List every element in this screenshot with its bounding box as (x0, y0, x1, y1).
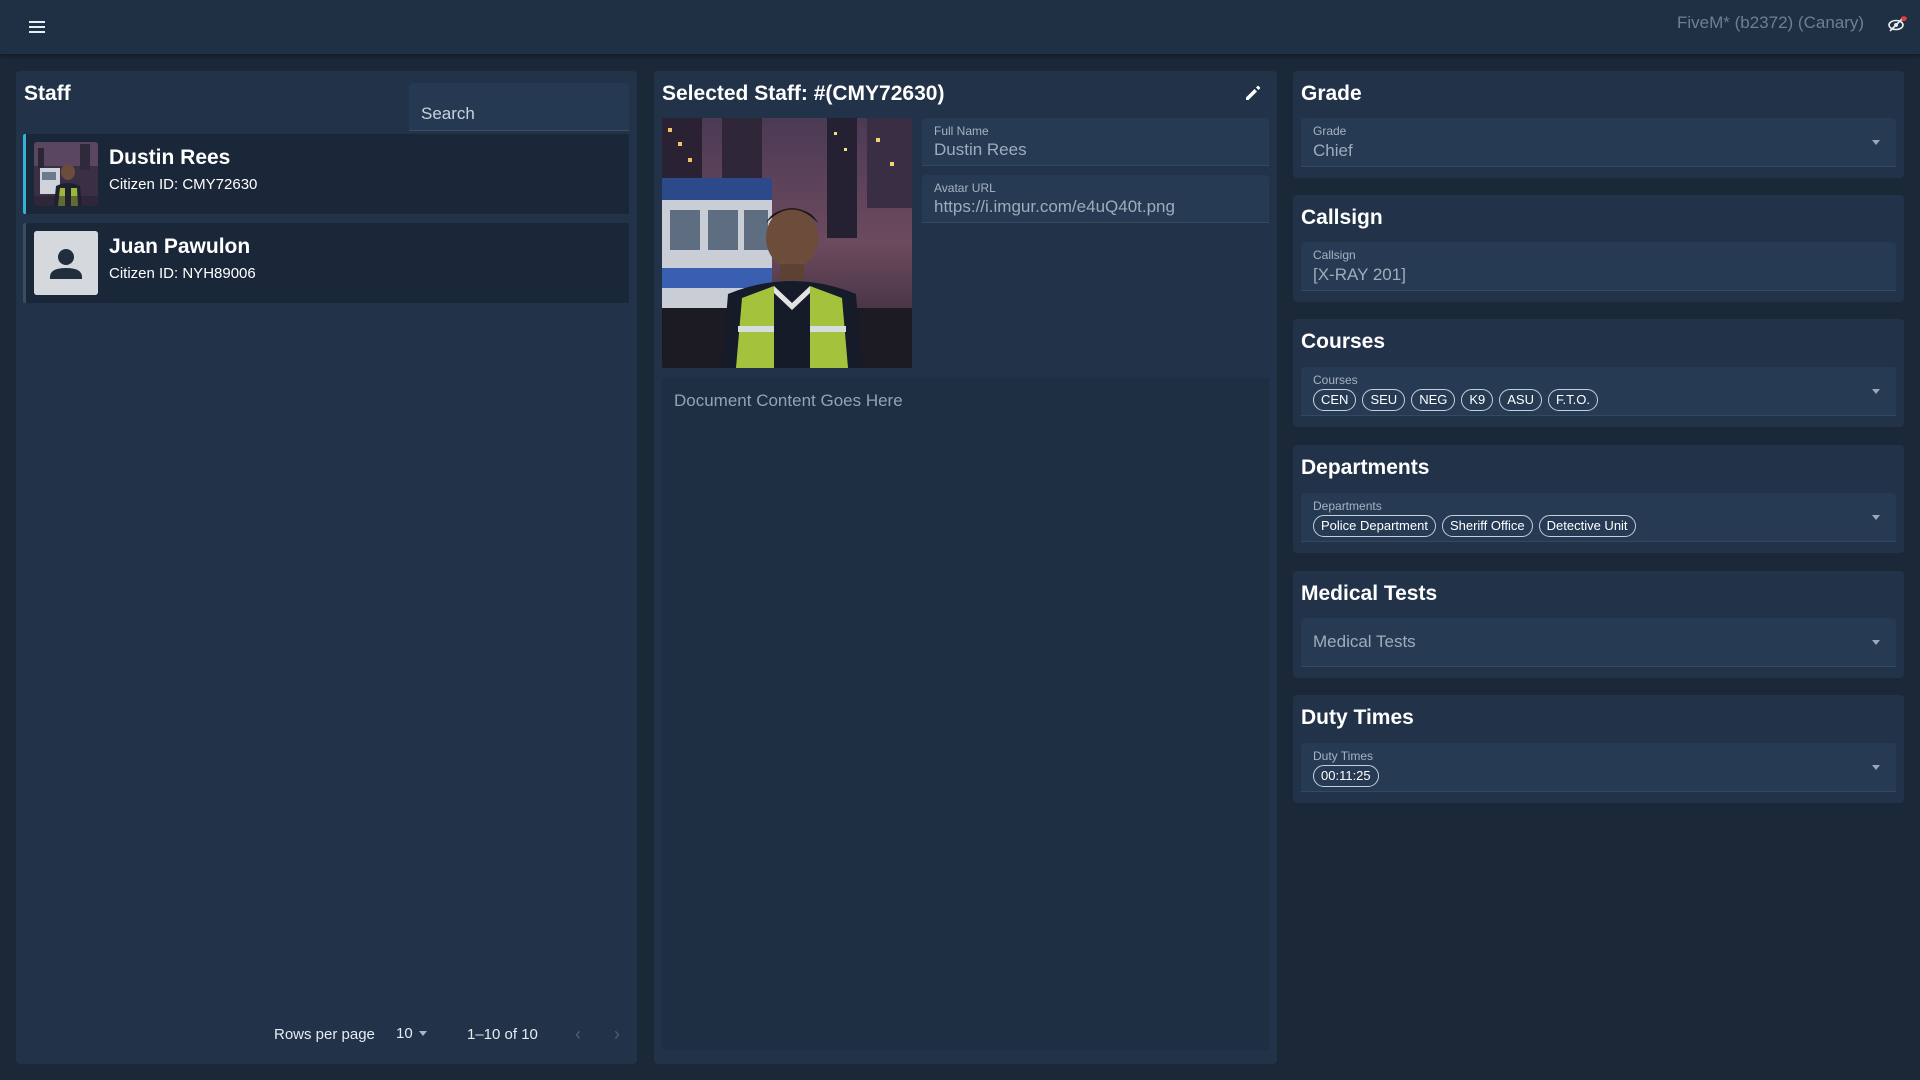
courses-chip-list: CEN SEU NEG K9 ASU F.T.O. (1313, 389, 1598, 411)
medical-tests-card: Medical Tests Medical Tests (1293, 571, 1904, 678)
courses-field-label: Courses (1313, 373, 1358, 387)
staff-photo (662, 118, 912, 368)
previous-page-icon[interactable]: ‹ (567, 1023, 589, 1045)
grade-card: Grade Grade Chief (1293, 71, 1904, 178)
duty-times-select[interactable]: Duty Times 00:11:25 (1301, 743, 1896, 792)
full-name-field[interactable]: Full Name Dustin Rees (922, 118, 1269, 166)
selected-staff-title: Selected Staff: #(CMY72630) (662, 82, 945, 105)
chevron-down-icon (1872, 389, 1880, 394)
departments-chip-list: Police Department Sheriff Office Detecti… (1313, 515, 1636, 537)
avatar-url-label: Avatar URL (934, 181, 996, 195)
departments-field-label: Departments (1313, 499, 1382, 513)
window-title: FiveM* (b2372) (Canary) (1677, 13, 1865, 32)
full-name-value: Dustin Rees (934, 140, 1027, 159)
department-chip: Police Department (1313, 515, 1436, 537)
person-icon (34, 231, 98, 295)
course-chip: F.T.O. (1548, 389, 1598, 411)
staff-name: Juan Pawulon (109, 235, 251, 258)
duty-times-card: Duty Times Duty Times 00:11:25 (1293, 695, 1904, 803)
duty-time-chip: 00:11:25 (1313, 765, 1379, 787)
departments-card: Departments Departments Police Departmen… (1293, 445, 1904, 553)
course-chip: ASU (1499, 389, 1542, 411)
course-chip: K9 (1461, 389, 1494, 411)
department-chip: Detective Unit (1538, 515, 1636, 537)
staff-list-item-juan-pawulon[interactable]: Juan Pawulon Citizen ID: NYH89006 (23, 223, 629, 303)
staff-avatar-photo (34, 142, 98, 206)
grade-select[interactable]: Grade Chief (1301, 118, 1896, 167)
staff-list-item-dustin-rees[interactable]: Dustin Rees Citizen ID: CMY72630 (23, 134, 629, 214)
duty-times-field-label: Duty Times (1313, 749, 1374, 763)
departments-card-title: Departments (1301, 456, 1430, 479)
document-placeholder: Document Content Goes Here (674, 391, 903, 410)
duty-times-card-title: Duty Times (1301, 706, 1414, 729)
rows-per-page-value: 10 (396, 1025, 413, 1042)
callsign-field-label: Callsign (1313, 248, 1356, 262)
pagination-range: 1–10 of 10 (467, 1026, 538, 1043)
courses-card: Courses Courses CEN SEU NEG K9 ASU F.T.O… (1293, 319, 1904, 427)
staff-panel: Staff Dustin Rees Citizen ID: CMY72630 (16, 71, 637, 1064)
callsign-card: Callsign Callsign [X-RAY 201] (1293, 195, 1904, 302)
staff-panel-title: Staff (24, 82, 71, 105)
chevron-down-icon (418, 1031, 427, 1036)
avatar-url-field[interactable]: Avatar URL https://i.imgur.com/e4uQ40t.p… (922, 175, 1269, 223)
medical-tests-card-title: Medical Tests (1301, 582, 1438, 605)
top-bar: FiveM* (b2372) (Canary) (0, 0, 1920, 54)
menu-icon[interactable] (26, 17, 48, 37)
rows-per-page-select[interactable]: 10 (396, 1025, 427, 1042)
course-chip: SEU (1362, 389, 1406, 411)
course-chip: NEG (1411, 389, 1456, 411)
edit-pencil-icon[interactable] (1243, 83, 1263, 103)
full-name-label: Full Name (934, 124, 989, 138)
chevron-down-icon (1872, 140, 1880, 145)
chevron-down-icon (1872, 765, 1880, 770)
department-chip: Sheriff Office (1441, 515, 1533, 537)
avatar-url-value: https://i.imgur.com/e4uQ40t.png (934, 197, 1175, 216)
chevron-down-icon (1872, 640, 1880, 645)
grade-value: Chief (1313, 141, 1353, 160)
staff-citizen-id: Citizen ID: NYH89006 (109, 265, 256, 282)
pagination: Rows per page 10 1–10 of 10 ‹ › (16, 1019, 637, 1049)
selected-staff-panel: Selected Staff: #(CMY72630) Full Name Du… (654, 71, 1277, 1064)
search-input[interactable] (409, 83, 629, 130)
staff-name: Dustin Rees (109, 146, 231, 169)
medical-tests-select[interactable]: Medical Tests (1301, 618, 1896, 667)
search-field[interactable] (409, 83, 629, 131)
duty-times-chip-list: 00:11:25 (1313, 765, 1379, 787)
rows-per-page-label: Rows per page (274, 1026, 375, 1043)
chevron-down-icon (1872, 515, 1880, 520)
medical-tests-placeholder: Medical Tests (1313, 632, 1416, 651)
staff-citizen-id: Citizen ID: CMY72630 (109, 176, 258, 193)
callsign-field[interactable]: Callsign [X-RAY 201] (1301, 242, 1896, 291)
document-editor[interactable]: Document Content Goes Here (662, 378, 1269, 1050)
courses-card-title: Courses (1301, 330, 1386, 353)
grade-card-title: Grade (1301, 82, 1362, 105)
hidden-eye-icon[interactable] (1886, 14, 1908, 34)
courses-select[interactable]: Courses CEN SEU NEG K9 ASU F.T.O. (1301, 367, 1896, 416)
grade-field-label: Grade (1313, 124, 1347, 138)
course-chip: CEN (1313, 389, 1357, 411)
callsign-card-title: Callsign (1301, 206, 1383, 229)
next-page-icon[interactable]: › (606, 1023, 628, 1045)
departments-select[interactable]: Departments Police Department Sheriff Of… (1301, 493, 1896, 542)
callsign-value: [X-RAY 201] (1313, 265, 1406, 284)
